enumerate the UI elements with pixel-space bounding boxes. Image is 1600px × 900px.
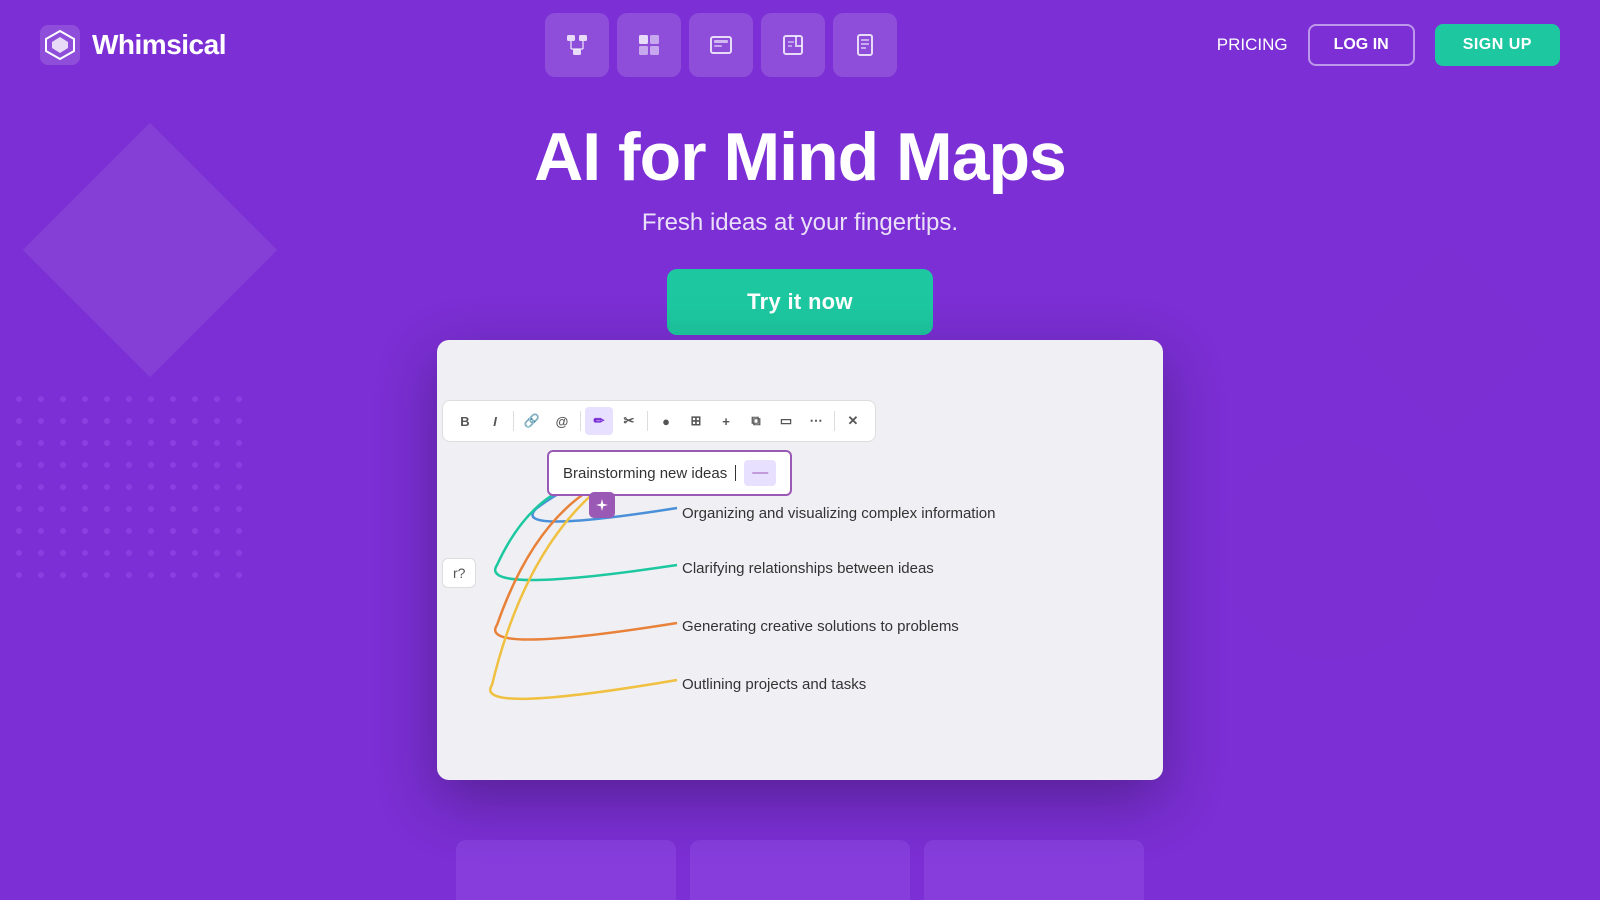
pricing-link[interactable]: PRICING — [1217, 35, 1288, 55]
link-btn[interactable]: 🔗 — [518, 407, 546, 435]
navbar: Whimsical — [0, 0, 1600, 90]
frames-icon — [636, 32, 662, 58]
grid-btn[interactable]: ⊞ — [682, 407, 710, 435]
try-it-now-button[interactable]: Try it now — [667, 269, 933, 335]
whimsical-logo-icon — [40, 25, 80, 65]
wireframe-tool-btn[interactable] — [689, 13, 753, 77]
close-toolbar-btn[interactable]: ✕ — [839, 407, 867, 435]
docs-tool-btn[interactable] — [833, 13, 897, 77]
mention-btn[interactable]: @ — [548, 407, 576, 435]
plus-btn[interactable]: + — [712, 407, 740, 435]
sticky-tool-btn[interactable] — [761, 13, 825, 77]
logo-area: Whimsical — [40, 25, 226, 65]
cut-btn[interactable]: ✂ — [615, 407, 643, 435]
hero-subtitle: Fresh ideas at your fingertips. — [0, 209, 1600, 237]
thumbnail-3 — [924, 840, 1144, 900]
login-button[interactable]: LOG IN — [1308, 24, 1415, 66]
branch-label-3: Generating creative solutions to problem… — [682, 618, 959, 635]
left-truncated-node: r? — [442, 558, 476, 588]
bold-btn[interactable]: B — [451, 407, 479, 435]
more-btn[interactable]: ⋯ — [802, 407, 830, 435]
hero-title: AI for Mind Maps — [0, 120, 1600, 195]
toolbar-separator-3 — [647, 411, 648, 431]
circle-shape — [1220, 440, 1440, 660]
text-cursor — [735, 465, 736, 481]
flowchart-icon — [564, 32, 590, 58]
branch-label-1: Organizing and visualizing complex infor… — [682, 505, 996, 522]
editor-toolbar: B I 🔗 @ ✏ ✂ ● ⊞ + ⧉ ▭ ⋯ ✕ — [442, 400, 876, 442]
highlight-btn[interactable]: ✏ — [585, 407, 613, 435]
ai-sparkle-icon — [594, 497, 610, 513]
comment-btn[interactable]: ▭ — [772, 407, 800, 435]
thumbnail-1 — [456, 840, 676, 900]
bottom-thumbnails — [456, 840, 1144, 900]
node-collapse-btn[interactable]: — — [744, 460, 776, 486]
hero-section: AI for Mind Maps Fresh ideas at your fin… — [0, 90, 1600, 335]
toolbar-separator-4 — [834, 411, 835, 431]
signup-button[interactable]: SIGN UP — [1435, 24, 1560, 66]
ai-icon-below — [589, 492, 615, 518]
copy-btn[interactable]: ⧉ — [742, 407, 770, 435]
nav-tools — [545, 13, 897, 77]
nav-right: PRICING LOG IN SIGN UP — [1217, 24, 1560, 66]
italic-btn[interactable]: I — [481, 407, 509, 435]
node-text: Brainstorming new ideas — [563, 465, 727, 482]
docs-icon — [852, 32, 878, 58]
branch-label-2: Clarifying relationships between ideas — [682, 560, 934, 577]
thumbnail-2 — [690, 840, 910, 900]
brand-name: Whimsical — [92, 29, 226, 61]
editing-node: Brainstorming new ideas — — [547, 450, 792, 496]
sticky-icon — [780, 32, 806, 58]
wireframe-icon — [708, 32, 734, 58]
frames-tool-btn[interactable] — [617, 13, 681, 77]
branch-label-4: Outlining projects and tasks — [682, 676, 866, 693]
toolbar-separator-2 — [580, 411, 581, 431]
color-btn[interactable]: ● — [652, 407, 680, 435]
demo-preview: B I 🔗 @ ✏ ✂ ● ⊞ + ⧉ ▭ ⋯ ✕ Brainstorming … — [437, 340, 1163, 780]
flowchart-tool-btn[interactable] — [545, 13, 609, 77]
toolbar-separator-1 — [513, 411, 514, 431]
dot-grid-left — [0, 380, 258, 594]
